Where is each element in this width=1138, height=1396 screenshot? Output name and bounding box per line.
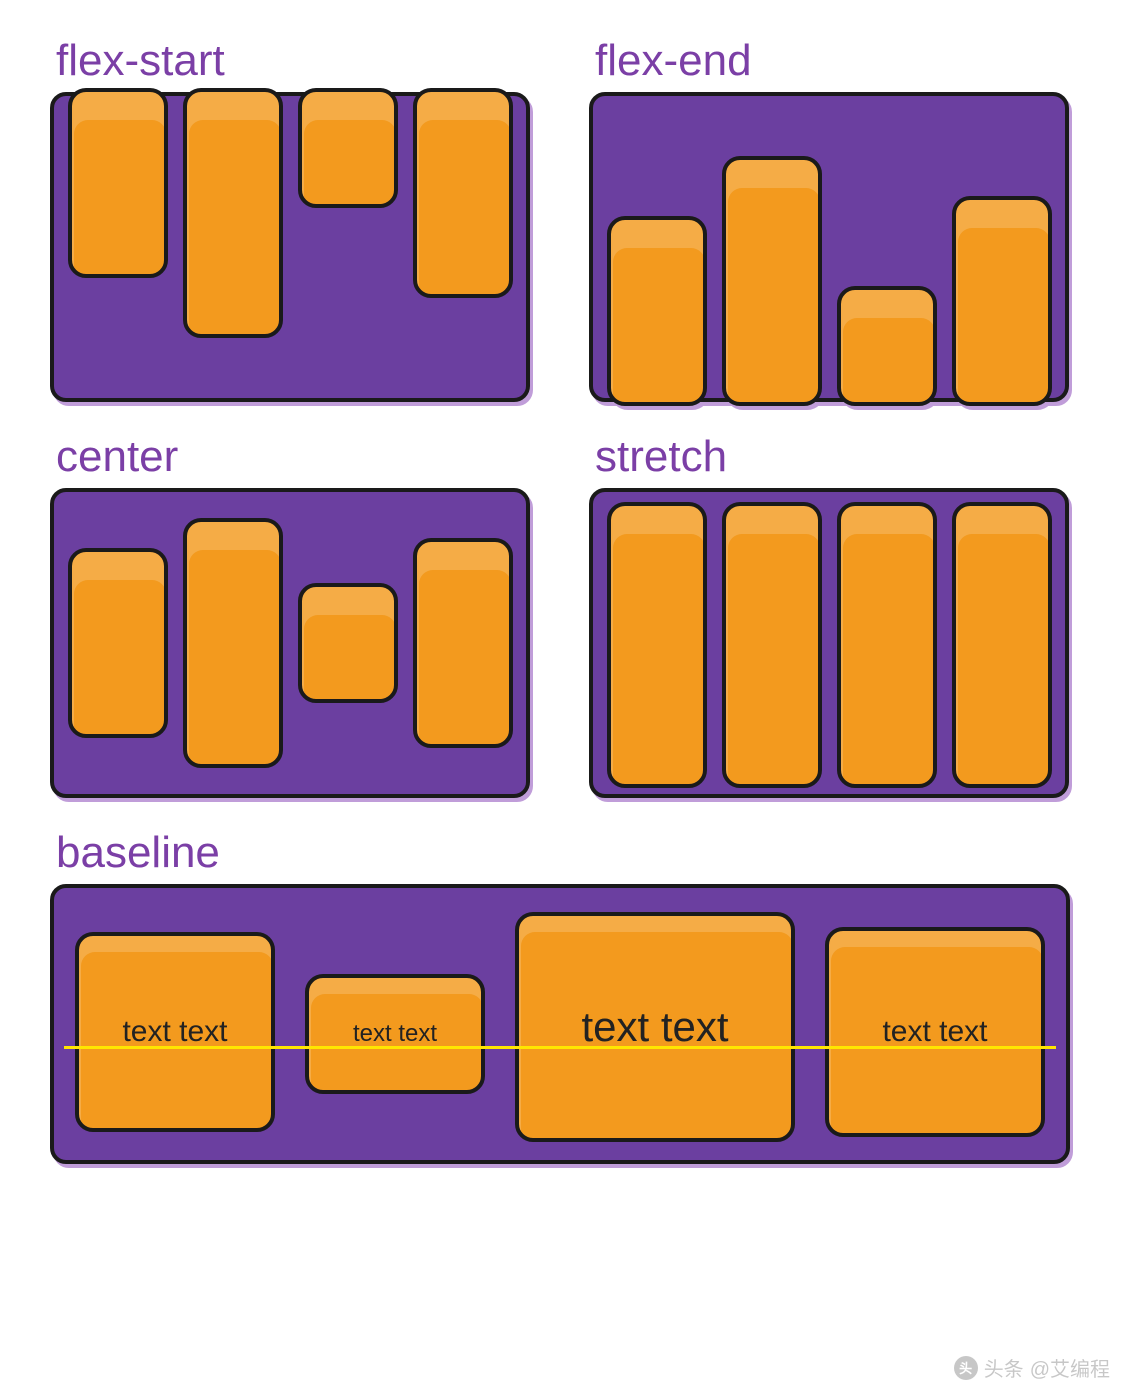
flex-item xyxy=(837,502,937,788)
flex-start-label: flex-start xyxy=(56,36,549,86)
stretch-container xyxy=(589,488,1069,798)
flex-item xyxy=(413,88,513,298)
baseline-cell: baseline text text text text text text t… xyxy=(50,828,1088,1164)
baseline-label: baseline xyxy=(56,828,1088,878)
baseline-item-text: text text xyxy=(353,1020,437,1048)
flex-item xyxy=(722,502,822,788)
flex-item xyxy=(722,156,822,406)
flex-end-cell: flex-end xyxy=(589,36,1088,402)
flex-item xyxy=(837,286,937,406)
stretch-box xyxy=(589,488,1088,798)
watermark-author: @艾编程 xyxy=(1030,1353,1110,1382)
watermark-prefix: 头条 xyxy=(984,1353,1024,1382)
flex-item xyxy=(298,88,398,208)
baseline-box: text text text text text text text text xyxy=(50,884,1088,1164)
flex-item xyxy=(68,548,168,738)
center-cell: center xyxy=(50,432,549,798)
flex-item xyxy=(298,583,398,703)
diagram-grid: flex-start flex-end center xyxy=(50,36,1088,1164)
baseline-item-text: text text xyxy=(882,1015,987,1049)
baseline-item: text text xyxy=(305,974,485,1094)
stretch-label: stretch xyxy=(595,432,1088,482)
baseline-item: text text xyxy=(75,932,275,1132)
flex-item xyxy=(183,518,283,768)
flex-item xyxy=(68,88,168,278)
flex-item xyxy=(183,88,283,338)
watermark: 头 头条 @艾编程 xyxy=(954,1353,1110,1382)
flex-item xyxy=(952,502,1052,788)
baseline-item-text: text text xyxy=(581,1003,728,1051)
baseline-rule xyxy=(64,1046,1056,1049)
flex-start-box xyxy=(50,92,549,402)
flex-start-cell: flex-start xyxy=(50,36,549,402)
center-label: center xyxy=(56,432,549,482)
flex-item xyxy=(607,216,707,406)
center-box xyxy=(50,488,549,798)
stretch-cell: stretch xyxy=(589,432,1088,798)
flex-end-box xyxy=(589,92,1088,402)
center-container xyxy=(50,488,530,798)
flex-end-container xyxy=(589,92,1069,402)
flex-item xyxy=(952,196,1052,406)
baseline-item: text text xyxy=(515,912,795,1142)
flex-end-label: flex-end xyxy=(595,36,1088,86)
flex-start-container xyxy=(50,92,530,402)
flex-item xyxy=(413,538,513,748)
baseline-item: text text xyxy=(825,927,1045,1137)
flex-item xyxy=(607,502,707,788)
baseline-item-text: text text xyxy=(122,1015,227,1049)
baseline-container: text text text text text text text text xyxy=(50,884,1070,1164)
watermark-icon: 头 xyxy=(954,1356,978,1380)
